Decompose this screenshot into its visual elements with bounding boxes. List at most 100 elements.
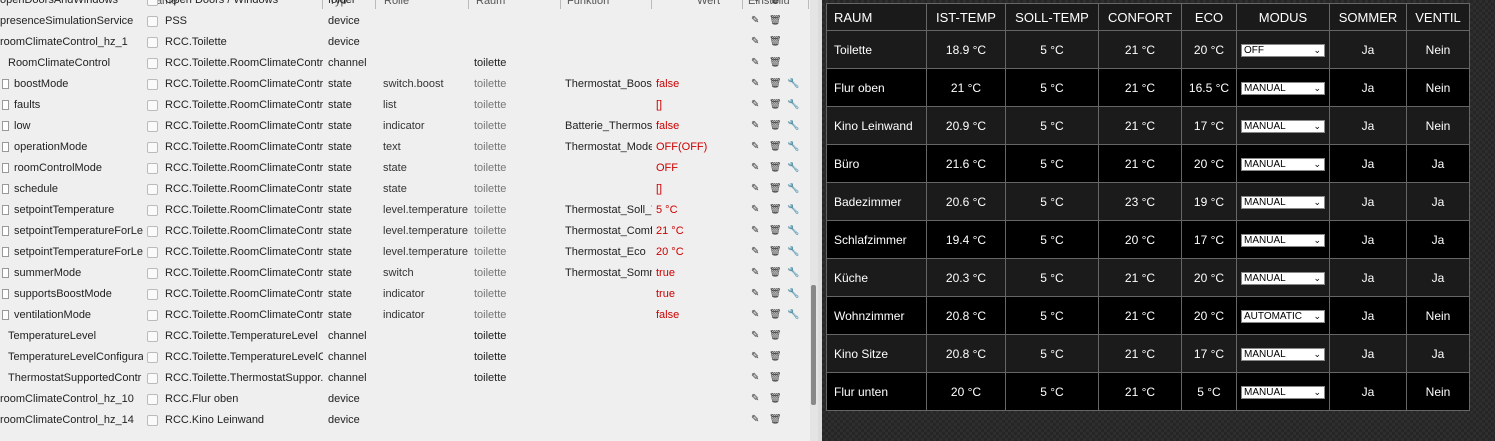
mode-select[interactable]: MANUAL ⌄ (1241, 234, 1325, 247)
edit-icon[interactable]: ✎ (751, 267, 759, 278)
edit-icon[interactable]: ✎ (751, 141, 759, 152)
settings-wrench-icon[interactable]: 🔧 (787, 309, 799, 320)
settings-wrench-icon[interactable]: 🔧 (787, 183, 799, 194)
edit-icon[interactable]: ✎ (751, 246, 759, 257)
edit-icon[interactable]: ✎ (751, 162, 759, 173)
object-row[interactable]: roomClimateControl_hz_14 RCC.Kino Leinwan… (0, 410, 810, 431)
edit-icon[interactable]: ✎ (751, 36, 759, 47)
delete-icon[interactable]: 🗑 (769, 372, 782, 383)
object-row[interactable]: schedule RCC.Toilette.RoomClimateContr...… (0, 179, 810, 200)
edit-icon[interactable]: ✎ (751, 204, 759, 215)
mode-select[interactable]: MANUAL ⌄ (1241, 196, 1325, 209)
object-name: boostMode (14, 78, 69, 90)
delete-icon[interactable]: 🗑 (769, 36, 782, 47)
object-row[interactable]: roomClimateControl_hz_1 RCC.Toilette devic… (0, 32, 810, 53)
delete-icon[interactable]: 🗑 (769, 309, 782, 320)
delete-icon[interactable]: 🗑 (769, 414, 782, 425)
edit-icon[interactable]: ✎ (751, 120, 759, 131)
cell-ventil: Nein (1406, 30, 1470, 69)
object-room: toilette (474, 183, 507, 195)
edit-icon[interactable]: ✎ (751, 393, 759, 404)
edit-icon[interactable]: ✎ (751, 57, 759, 68)
cell-confort: 21 °C (1098, 106, 1182, 145)
edit-icon[interactable]: ✎ (751, 309, 759, 320)
object-row[interactable]: operationMode RCC.Toilette.RoomClimateCon… (0, 137, 810, 158)
file-icon (2, 184, 9, 194)
object-row[interactable]: RoomClimateControl RCC.Toilette.RoomClima… (0, 53, 810, 74)
object-row[interactable]: setpointTemperatureForLe RCC.Toilette.Roo… (0, 221, 810, 242)
edit-icon[interactable]: ✎ (751, 15, 759, 26)
edit-icon[interactable]: ✎ (751, 330, 759, 341)
settings-wrench-icon[interactable]: 🔧 (787, 267, 799, 278)
object-row[interactable]: TemperatureLevel RCC.Toilette.Temperature… (0, 326, 810, 347)
vertical-scrollbar[interactable] (810, 0, 818, 441)
object-row[interactable]: ventilationMode RCC.Toilette.RoomClimateC… (0, 305, 810, 326)
settings-wrench-icon[interactable]: 🔧 (787, 162, 799, 173)
delete-icon[interactable]: 🗑 (769, 330, 782, 341)
delete-icon[interactable]: 🗑 (769, 351, 782, 362)
delete-icon[interactable]: 🗑 (769, 267, 782, 278)
mode-select[interactable]: MANUAL ⌄ (1241, 348, 1325, 361)
object-row[interactable]: low RCC.Toilette.RoomClimateContr... state… (0, 116, 810, 137)
delete-icon[interactable]: 🗑 (769, 246, 782, 257)
object-row[interactable]: faults RCC.Toilette.RoomClimateContr... st… (0, 95, 810, 116)
object-row[interactable]: boostMode RCC.Toilette.RoomClimateContr..… (0, 74, 810, 95)
mode-select[interactable]: OFF ⌄ (1241, 44, 1325, 57)
delete-icon[interactable]: 🗑 (769, 183, 782, 194)
delete-icon[interactable]: 🗑 (769, 78, 782, 89)
object-row[interactable]: TemperatureLevelConfigurat RCC.Toilette.T… (0, 347, 810, 368)
object-row[interactable]: roomClimateControl_hz_10 RCC.Flur oben dev… (0, 389, 810, 410)
delete-icon[interactable]: 🗑 (769, 120, 782, 131)
edit-icon[interactable]: ✎ (751, 225, 759, 236)
edit-icon[interactable]: ✎ (751, 99, 759, 110)
settings-wrench-icon[interactable]: 🔧 (787, 120, 799, 131)
mode-select[interactable]: MANUAL ⌄ (1241, 158, 1325, 171)
object-row[interactable]: setpointTemperature RCC.Toilette.RoomClim… (0, 200, 810, 221)
delete-icon[interactable]: 🗑 (769, 99, 782, 110)
mode-select[interactable]: MANUAL ⌄ (1241, 120, 1325, 133)
object-id: PSS (165, 15, 188, 27)
object-row[interactable]: presenceSimulationService PSS device ✎ 🗑 (0, 11, 810, 32)
object-type: state (328, 99, 352, 111)
edit-icon[interactable]: ✎ (751, 0, 759, 5)
object-type: channel (328, 57, 367, 69)
object-row[interactable]: supportsBoostMode RCC.Toilette.RoomClimat… (0, 284, 810, 305)
delete-icon[interactable]: 🗑 (769, 288, 782, 299)
edit-icon[interactable]: ✎ (751, 78, 759, 89)
settings-wrench-icon[interactable]: 🔧 (787, 141, 799, 152)
object-room: toilette (474, 78, 507, 90)
delete-icon[interactable]: 🗑 (769, 0, 782, 5)
delete-icon[interactable]: 🗑 (769, 204, 782, 215)
settings-wrench-icon[interactable]: 🔧 (787, 204, 799, 215)
delete-icon[interactable]: 🗑 (769, 15, 782, 26)
object-room: toilette (474, 141, 507, 153)
delete-icon[interactable]: 🗑 (769, 141, 782, 152)
edit-icon[interactable]: ✎ (751, 372, 759, 383)
edit-icon[interactable]: ✎ (751, 183, 759, 194)
object-row[interactable]: setpointTemperatureForLe RCC.Toilette.Roo… (0, 242, 810, 263)
delete-icon[interactable]: 🗑 (769, 57, 782, 68)
settings-wrench-icon[interactable]: 🔧 (787, 225, 799, 236)
mode-select[interactable]: AUTOMATIC ⌄ (1241, 310, 1325, 323)
mode-select[interactable]: MANUAL ⌄ (1241, 272, 1325, 285)
scrollbar-thumb[interactable] (811, 285, 816, 405)
object-row[interactable]: openDoorsAndWindows Open Doors / Windows f… (0, 0, 810, 11)
cell-ventil: Nein (1406, 68, 1470, 107)
settings-wrench-icon[interactable]: 🔧 (787, 78, 799, 89)
edit-icon[interactable]: ✎ (751, 351, 759, 362)
settings-wrench-icon[interactable]: 🔧 (787, 288, 799, 299)
settings-wrench-icon[interactable]: 🔧 (787, 99, 799, 110)
object-row[interactable]: ThermostatSupportedContr RCC.Toilette.The… (0, 368, 810, 389)
edit-icon[interactable]: ✎ (751, 288, 759, 299)
object-row[interactable]: summerMode RCC.Toilette.RoomClimateContr.… (0, 263, 810, 284)
mode-select[interactable]: MANUAL ⌄ (1241, 82, 1325, 95)
delete-icon[interactable]: 🗑 (769, 393, 782, 404)
edit-icon[interactable]: ✎ (751, 414, 759, 425)
object-type: state (328, 141, 352, 153)
object-row[interactable]: roomControlMode RCC.Toilette.RoomClimateC… (0, 158, 810, 179)
delete-icon[interactable]: 🗑 (769, 225, 782, 236)
mode-select[interactable]: MANUAL ⌄ (1241, 386, 1325, 399)
settings-wrench-icon[interactable]: 🔧 (787, 246, 799, 257)
climate-row: Kino Leinwand 20.9 °C 5 °C 21 °C 17 °C MANUAL… (826, 106, 1470, 145)
delete-icon[interactable]: 🗑 (769, 162, 782, 173)
